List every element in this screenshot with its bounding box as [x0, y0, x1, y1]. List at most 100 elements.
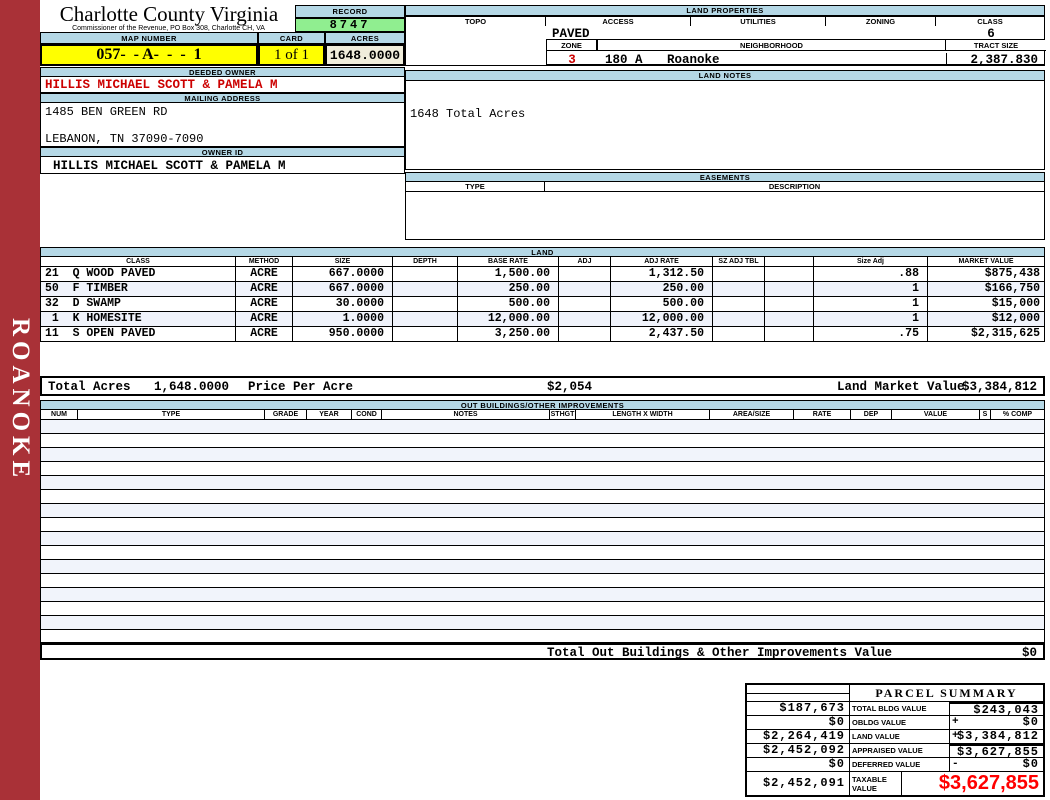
- land-base-rate: 500.00: [458, 297, 559, 311]
- land-size-adj: .75: [814, 327, 928, 341]
- ob-col-year: YEAR: [307, 410, 352, 420]
- ps-value-text: $0: [1022, 715, 1039, 729]
- ob-col-sthgt: STHGT: [550, 410, 576, 420]
- property-record-card: ROANOKE Charlotte County Virginia Commis…: [0, 0, 1050, 800]
- land-depth: [393, 282, 458, 296]
- mailing-address-label: MAILING ADDRESS: [40, 93, 405, 103]
- ps-prior-land: $2,264,419: [747, 730, 850, 744]
- land-row: 1 K HOMESITE ACRE 1.0000 12,000.00 12,00…: [41, 312, 1044, 327]
- land-method: ACRE: [236, 327, 293, 341]
- record-value: 8747: [295, 18, 405, 32]
- total-acres-label: Total Acres: [48, 380, 131, 394]
- land-adj: [559, 297, 611, 311]
- ps-label-obldg: OBLDG VALUE: [850, 716, 950, 730]
- land-blank: [765, 312, 814, 326]
- parcel-summary: PARCEL SUMMARY $187,673 TOTAL BLDG VALUE…: [745, 683, 1045, 797]
- out-buildings-total-value: $0: [1021, 646, 1037, 660]
- out-buildings-total-row: Total Out Buildings & Other Improvements…: [40, 643, 1045, 660]
- page-title: Charlotte County Virginia: [59, 2, 279, 26]
- tract-size-label: TRACT SIZE: [946, 40, 1046, 51]
- land-col-base-rate: BASE RATE: [458, 257, 559, 267]
- land-method: ACRE: [236, 297, 293, 311]
- land-market-value: $875,438: [984, 267, 1040, 280]
- neighborhood-label: NEIGHBORHOOD: [597, 40, 946, 51]
- land-method: ACRE: [236, 282, 293, 296]
- land-size: 667.0000: [293, 267, 393, 281]
- land-sz-adj-tbl: [713, 267, 765, 281]
- ob-col-num: NUM: [41, 410, 78, 420]
- out-buildings-header-row: NUM TYPE GRADE YEAR COND NOTES STHGT LEN…: [40, 410, 1045, 420]
- easements-type-label: TYPE: [405, 182, 545, 192]
- land-method: ACRE: [236, 312, 293, 326]
- map-number-label: MAP NUMBER: [40, 32, 258, 44]
- total-acres-value: 1,648.0000: [154, 380, 230, 394]
- ob-col-value: VALUE: [892, 410, 980, 420]
- land-adj-rate: 12,000.00: [611, 312, 713, 326]
- ob-col-notes: NOTES: [382, 410, 550, 420]
- ob-col-length-width: LENGTH X WIDTH: [576, 410, 710, 420]
- mailing-address-box: 1485 BEN GREEN RD LEBANON, TN 37090-7090: [40, 103, 405, 147]
- neighborhood-code: 180 A: [605, 53, 643, 67]
- land-depth: [393, 312, 458, 326]
- land-depth: [393, 267, 458, 281]
- deeded-owner-label: DEEDED OWNER: [40, 67, 405, 77]
- ps-op: -: [952, 758, 960, 770]
- out-buildings-empty-rows: [40, 420, 1045, 643]
- ps-label-appraised: APPRAISED VALUE: [850, 744, 950, 758]
- land-class: 11 S OPEN PAVED: [41, 327, 236, 341]
- land-row: 32 D SWAMP ACRE 30.0000 500.00 500.00 1 …: [41, 297, 1044, 312]
- land-size-adj: .88: [814, 267, 928, 281]
- ps-value-total-bldg: $243,043: [950, 702, 1043, 717]
- land-adj-rate: 1,312.50: [611, 267, 713, 281]
- land-blank: [765, 267, 814, 281]
- land-header-row: CLASS METHOD SIZE DEPTH BASE RATE ADJ AD…: [40, 257, 1045, 267]
- land-blank: [765, 327, 814, 341]
- ps-taxable-value: $3,627,855: [902, 772, 1043, 795]
- ps-prior-total-bldg: $187,673: [747, 702, 850, 716]
- land-size-adj: 1: [814, 312, 928, 326]
- land-base-rate: 1,500.00: [458, 267, 559, 281]
- address-line-1: 1485 BEN GREEN RD: [45, 105, 168, 119]
- owner-id-box: HILLIS MICHAEL SCOTT & PAMELA M: [40, 157, 405, 174]
- land-col-adj-rate: ADJ RATE: [611, 257, 713, 267]
- land-properties-title: LAND PROPERTIES: [405, 5, 1045, 16]
- land-class: 1 K HOMESITE: [41, 312, 236, 326]
- ps-value-text: $3,384,812: [956, 729, 1039, 743]
- land-col-market-value: MARKET VALUE: [928, 257, 1044, 267]
- land-market-value-total: $3,384,812: [961, 380, 1037, 394]
- ob-col-s: S: [980, 410, 991, 420]
- land-col-method: METHOD: [236, 257, 293, 267]
- land-base-rate: 12,000.00: [458, 312, 559, 326]
- land-adj-rate: 2,437.50: [611, 327, 713, 341]
- land-adj: [559, 312, 611, 326]
- land-rows: 21 Q WOOD PAVED ACRE 667.0000 1,500.00 1…: [40, 267, 1045, 342]
- ob-col-cond: COND: [352, 410, 382, 420]
- ps-value-obldg: + $0: [950, 716, 1043, 730]
- address-line-2: LEBANON, TN 37090-7090: [45, 132, 204, 146]
- record-label: RECORD: [295, 5, 405, 18]
- ps-prior-appraised: $2,452,092: [747, 744, 850, 758]
- price-per-acre-label: Price Per Acre: [248, 380, 354, 394]
- ps-prior-obldg: $0: [747, 716, 850, 730]
- land-market-value: $166,750: [984, 282, 1040, 295]
- ob-col-grade: GRADE: [265, 410, 307, 420]
- land-method: ACRE: [236, 267, 293, 281]
- land-size-adj: 1: [814, 297, 928, 311]
- ps-header-left-top: [747, 685, 850, 694]
- land-size: 950.0000: [293, 327, 393, 341]
- land-col-class: CLASS: [41, 257, 236, 267]
- land-class: 21 Q WOOD PAVED: [41, 267, 236, 281]
- zone-value: 3: [568, 53, 576, 67]
- land-notes-title: LAND NOTES: [405, 70, 1045, 81]
- owner-id-value: HILLIS MICHAEL SCOTT & PAMELA M: [53, 159, 286, 173]
- land-depth: [393, 327, 458, 341]
- land-base-rate: 3,250.00: [458, 327, 559, 341]
- land-class: 50 F TIMBER: [41, 282, 236, 296]
- land-adj: [559, 267, 611, 281]
- land-market-value: $15,000: [991, 297, 1040, 310]
- land-col-adj: ADJ: [559, 257, 611, 267]
- land-col-size: SIZE: [293, 257, 393, 267]
- land-notes-text: 1648 Total Acres: [410, 107, 526, 121]
- ps-label-land: LAND VALUE: [850, 730, 950, 744]
- ob-col-rate: RATE: [794, 410, 851, 420]
